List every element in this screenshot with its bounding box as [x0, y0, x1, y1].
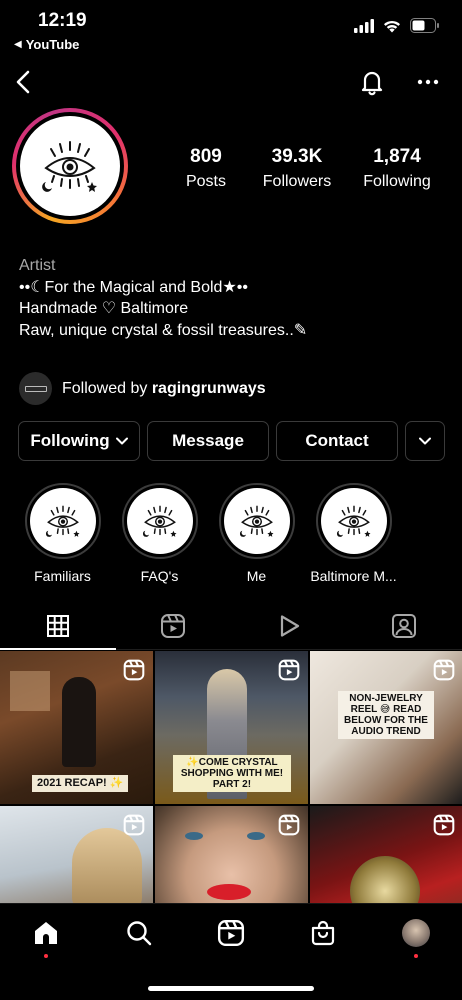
chevron-down-icon [115, 437, 128, 445]
post-thumbnail[interactable]: 2021 RECAP! ✨ [0, 651, 153, 804]
notification-dot [44, 954, 49, 958]
contact-button[interactable]: Contact [276, 421, 398, 461]
reels-icon [278, 659, 300, 681]
back-triangle-icon: ◀ [14, 39, 22, 50]
followed-by-user[interactable]: ragingrunways [152, 380, 266, 397]
tab-tagged[interactable] [347, 602, 462, 649]
stat-followers-label: Followers [262, 173, 332, 190]
profile-avatar-icon [401, 919, 430, 947]
back-to-app-link[interactable]: ◀ YouTube [14, 37, 79, 52]
reels-icon [278, 814, 300, 836]
stat-followers-value: 39.3K [271, 146, 323, 167]
status-time: 12:19 [38, 10, 87, 31]
story-highlights: Familiars FAQ's Me Baltimore M... [14, 483, 402, 584]
profile-avatar[interactable] [12, 108, 128, 224]
painting-shape [10, 671, 50, 711]
post-thumbnail[interactable]: ✨COME CRYSTAL SHOPPING WITH ME! PART 2! [155, 651, 308, 804]
message-button-label: Message [172, 431, 244, 450]
bottom-nav [0, 903, 462, 1000]
profile-category: Artist [19, 257, 56, 274]
profile-bio: Artist ••☾For the Magical and Bold★•• Ha… [19, 255, 307, 341]
video-play-icon [280, 614, 299, 637]
shop-icon [312, 920, 335, 946]
nav-home[interactable] [0, 904, 92, 962]
followed-by-row[interactable]: Followed by ragingrunways [19, 372, 266, 405]
bio-line: Raw, unique crystal & fossil treasures..… [19, 321, 308, 339]
stat-posts-label: Posts [185, 173, 226, 190]
highlight-label: Familiars [34, 568, 91, 584]
home-indicator[interactable] [148, 986, 314, 991]
home-icon [35, 922, 58, 944]
status-bar: 12:19 ◀ YouTube [0, 0, 462, 56]
bio-line: Handmade ♡ Baltimore [19, 300, 189, 317]
more-horizontal-icon[interactable] [412, 66, 444, 98]
reels-icon [161, 613, 186, 638]
highlight-label: Baltimore M... [310, 568, 397, 584]
profile-stats: 809 Posts 39.3K Followers 1,874 Followin… [165, 146, 455, 192]
suggested-accounts-button[interactable] [405, 421, 445, 461]
tagged-icon [392, 613, 417, 638]
person-silhouette [62, 677, 96, 767]
contact-button-label: Contact [305, 431, 369, 450]
reels-icon [433, 659, 455, 681]
back-chevron-icon[interactable] [8, 66, 40, 98]
highlight-baltimore[interactable]: Baltimore M... [305, 483, 402, 584]
eye-shape [247, 832, 265, 840]
highlight-label: FAQ's [140, 568, 179, 584]
eye-logo-icon [223, 488, 290, 554]
profile-content-tabs [0, 602, 462, 650]
hair-shape [72, 828, 142, 908]
eye-logo-icon [20, 116, 120, 216]
stat-following-value: 1,874 [373, 146, 421, 167]
lips-shape [207, 884, 251, 900]
tab-reels[interactable] [116, 602, 232, 649]
grid-icon [46, 614, 69, 637]
follower-avatar [19, 372, 52, 405]
tab-videos[interactable] [231, 602, 347, 649]
back-app-label: YouTube [25, 37, 80, 52]
stat-posts-value: 809 [190, 146, 222, 167]
following-button-label: Following [30, 431, 110, 450]
highlight-label: Me [246, 568, 267, 584]
post-thumbnail[interactable]: NON-JEWELRY REEL 😅 READ BELOW FOR THE AU… [310, 651, 462, 804]
post-caption: NON-JEWELRY REEL 😅 READ BELOW FOR THE AU… [338, 691, 434, 739]
eye-logo-icon [320, 488, 387, 554]
nav-reels[interactable] [185, 904, 277, 962]
stat-followers[interactable]: 39.3K Followers [247, 146, 347, 192]
following-button[interactable]: Following [18, 421, 140, 461]
bell-icon[interactable] [356, 66, 388, 98]
chevron-down-icon [419, 437, 431, 445]
stat-following[interactable]: 1,874 Following [347, 146, 447, 192]
profile-top-nav [0, 58, 462, 106]
nav-search[interactable] [92, 904, 184, 962]
post-caption: 2021 RECAP! ✨ [32, 775, 129, 792]
highlight-familiars[interactable]: Familiars [14, 483, 111, 584]
nav-profile[interactable] [370, 904, 462, 962]
wifi-icon [384, 20, 400, 32]
eye-logo-icon [29, 488, 96, 554]
stat-following-label: Following [363, 173, 431, 190]
search-icon [126, 921, 151, 946]
battery-icon [410, 18, 439, 33]
eye-shape [185, 832, 203, 840]
highlight-me[interactable]: Me [208, 483, 305, 584]
nav-shop[interactable] [277, 904, 369, 962]
post-caption: ✨COME CRYSTAL SHOPPING WITH ME! PART 2! [173, 755, 291, 792]
stat-posts[interactable]: 809 Posts [165, 146, 247, 192]
signal-icon [354, 18, 374, 33]
eye-logo-icon [126, 488, 193, 554]
notification-dot [413, 954, 418, 958]
reels-icon [123, 814, 145, 836]
reels-icon [433, 814, 455, 836]
reels-icon [123, 659, 145, 681]
highlight-faqs[interactable]: FAQ's [111, 483, 208, 584]
profile-actions: Following Message Contact [18, 421, 445, 461]
reels-icon [217, 919, 245, 947]
bio-line: ••☾For the Magical and Bold★•• [19, 278, 248, 296]
followed-by-prefix: Followed by [62, 379, 152, 397]
tab-grid[interactable] [0, 602, 116, 650]
message-button[interactable]: Message [147, 421, 269, 461]
